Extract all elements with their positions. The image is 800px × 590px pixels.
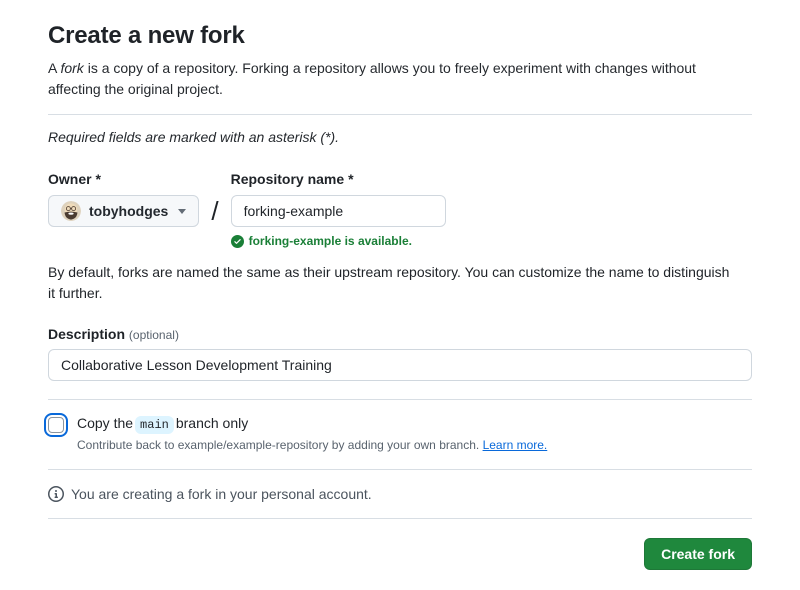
description-label-line: Description (optional) <box>48 326 752 342</box>
create-fork-button[interactable]: Create fork <box>644 538 752 570</box>
description-field: Description (optional) <box>48 326 752 381</box>
description-input[interactable] <box>48 349 752 381</box>
branch-name-token: main <box>135 416 174 434</box>
check-circle-icon <box>230 234 244 248</box>
copy-branch-texts: Copy the main branch only Contribute back … <box>77 415 547 452</box>
personal-account-note: You are creating a fork in your personal… <box>48 470 752 518</box>
description-optional-hint: (optional) <box>128 328 179 342</box>
owner-repo-row: Owner * tobyhodges / Repository name * f… <box>48 171 752 248</box>
info-icon <box>48 486 64 502</box>
repo-name-field: Repository name * forking-example is ava… <box>230 171 446 248</box>
create-fork-page: Create a new fork A fork is a copy of a … <box>0 0 800 590</box>
copy-branch-row: Copy the main branch only Contribute back … <box>44 413 752 452</box>
owner-label: Owner * <box>48 171 101 187</box>
learn-more-link[interactable]: Learn more. <box>483 438 548 452</box>
repo-name-input[interactable] <box>230 195 446 227</box>
divider <box>48 114 752 115</box>
chevron-down-icon <box>178 208 187 214</box>
page-title: Create a new fork <box>48 22 245 49</box>
repo-required-asterisk: * <box>348 171 354 187</box>
divider <box>48 399 752 400</box>
owner-select-button[interactable]: tobyhodges <box>48 195 200 227</box>
avatar <box>61 201 81 221</box>
intro-text: A fork is a copy of a repository. Forkin… <box>48 60 696 97</box>
personal-account-text: You are creating a fork in your personal… <box>71 486 372 502</box>
copy-branch-label[interactable]: Copy the main branch only <box>77 415 248 434</box>
owner-selected-value: tobyhodges <box>89 203 169 219</box>
required-fields-note: Required fields are marked with an aster… <box>48 129 340 145</box>
owner-field: Owner * tobyhodges <box>48 171 200 227</box>
owner-required-asterisk: * <box>95 171 101 187</box>
availability-message: forking-example is available. <box>230 234 446 248</box>
naming-note: By default, forks are named the same as … <box>48 264 730 301</box>
repo-name-label: Repository name * <box>230 171 354 187</box>
fork-italic: fork <box>60 60 84 76</box>
divider <box>48 518 752 519</box>
copy-main-branch-checkbox[interactable] <box>44 413 68 437</box>
form-actions: Create fork <box>48 538 752 570</box>
copy-branch-help: Contribute back to example/example-repos… <box>77 438 548 452</box>
description-label: Description <box>48 326 126 342</box>
availability-text: forking-example is available. <box>248 234 412 248</box>
owner-repo-separator: / <box>211 196 219 226</box>
